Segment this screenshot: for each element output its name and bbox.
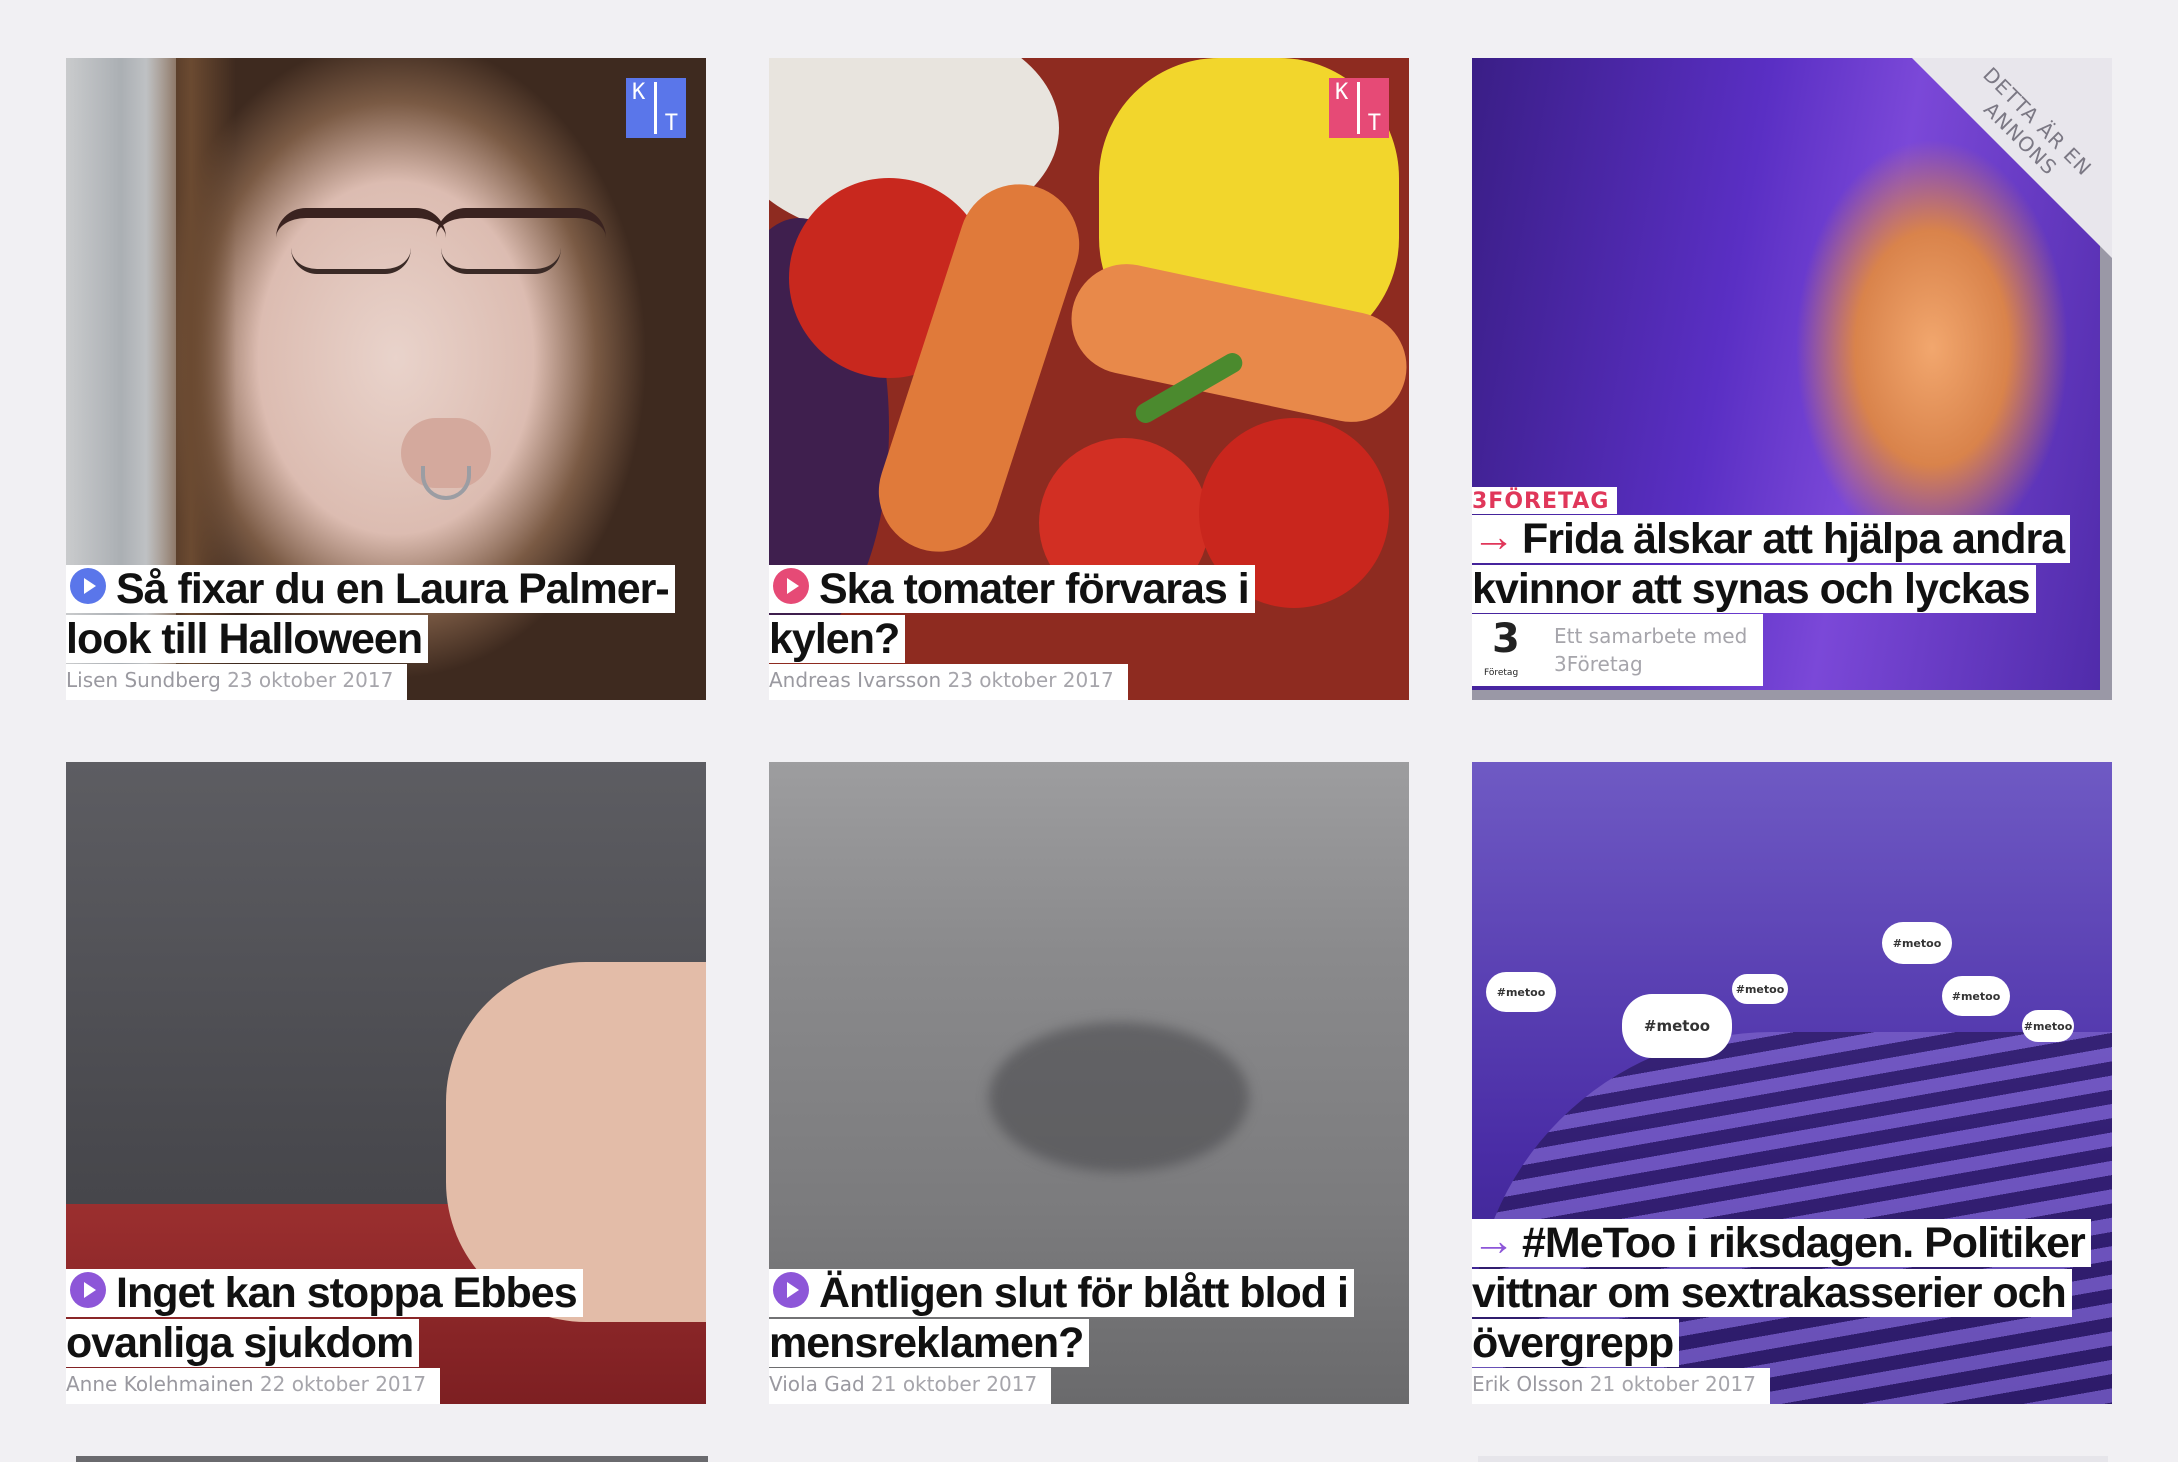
three-logo-icon: 3 Företag: [1484, 616, 1520, 678]
article-meta: Erik Olsson 21 oktober 2017: [1472, 1368, 1770, 1404]
metoo-bubble: #metoo: [1732, 974, 1788, 1004]
article-title[interactable]: Ska tomater förvaras i kylen?: [769, 565, 1255, 663]
publish-date: 23 oktober 2017: [947, 668, 1114, 692]
play-icon: [70, 567, 106, 604]
article-meta: Viola Gad 21 oktober 2017: [769, 1368, 1052, 1404]
metoo-bubble: #metoo: [1882, 922, 1952, 964]
author-name[interactable]: Erik Olsson: [1472, 1372, 1583, 1396]
publish-date: 21 oktober 2017: [1589, 1372, 1756, 1396]
arrow-right-icon: →: [1472, 1217, 1515, 1265]
article-meta: Andreas Ivarsson 23 oktober 2017: [769, 664, 1128, 700]
sponsor-tag[interactable]: 3FÖRETAG: [1472, 487, 1618, 514]
sponsor-intro: Ett samarbete med: [1554, 624, 1748, 648]
article-title[interactable]: → Frida älskar att hjälpa andra kvinnor a…: [1472, 513, 2071, 613]
author-name[interactable]: Andreas Ivarsson: [769, 668, 941, 692]
play-icon: [773, 1271, 809, 1308]
article-title[interactable]: Äntligen slut för blått blod i mensrekla…: [769, 1269, 1354, 1367]
kt-logo-icon: K T: [1329, 78, 1389, 138]
metoo-bubble: #metoo: [1942, 976, 2010, 1016]
article-title[interactable]: → #MeToo i riksdagen. Politiker vittnar o…: [1472, 1217, 2091, 1367]
author-name[interactable]: Anne Kolehmainen: [66, 1372, 254, 1396]
metoo-bubble: #metoo: [1486, 972, 1556, 1012]
article-card[interactable]: #metoo #metoo #metoo #metoo #metoo #meto…: [1472, 762, 2112, 1404]
arrow-right-icon: →: [1472, 513, 1515, 561]
face-detail: [436, 208, 606, 238]
face-detail: [421, 466, 471, 500]
play-icon: [773, 567, 809, 604]
publish-date: 21 oktober 2017: [871, 1372, 1038, 1396]
sponsored-card[interactable]: DETTA ÄR EN ANNONS 3FÖRETAG → Frida älska…: [1472, 58, 2112, 700]
article-card[interactable]: Äntligen slut för blått blod i mensrekla…: [769, 762, 1409, 1404]
author-name[interactable]: Viola Gad: [769, 1372, 865, 1396]
article-title[interactable]: Inget kan stoppa Ebbes ovanliga sjukdom: [66, 1269, 583, 1367]
article-card[interactable]: K T Ska tomater förvaras i kylen? Andrea…: [769, 58, 1409, 700]
face-detail: [441, 248, 561, 274]
author-name[interactable]: Lisen Sundberg: [66, 668, 221, 692]
next-row-card-edge: [76, 1456, 708, 1462]
next-row-card-edge: [1478, 1456, 2108, 1462]
article-card[interactable]: Inget kan stoppa Ebbes ovanliga sjukdom …: [66, 762, 706, 1404]
sponsor-box[interactable]: 3 Företag Ett samarbete med 3Företag: [1472, 614, 1764, 686]
publish-date: 22 oktober 2017: [259, 1372, 427, 1396]
publish-date: 23 oktober 2017: [227, 668, 394, 692]
article-meta: Lisen Sundberg 23 oktober 2017: [66, 664, 408, 700]
article-meta: Anne Kolehmainen 22 oktober 2017: [66, 1368, 441, 1404]
metoo-bubble: #metoo: [2022, 1010, 2074, 1042]
face-detail: [276, 208, 446, 238]
article-title[interactable]: Så fixar du en Laura Palmer-look till Ha…: [66, 565, 675, 663]
sponsor-name: 3Företag: [1554, 652, 1643, 676]
play-icon: [70, 1271, 106, 1308]
face-detail: [291, 248, 411, 274]
metoo-bubble: #metoo: [1622, 994, 1732, 1058]
kt-logo-icon: K T: [626, 78, 686, 138]
article-card[interactable]: K T Så fixar du en Laura Palmer-look til…: [66, 58, 706, 700]
card-shadow: [1472, 690, 2112, 700]
